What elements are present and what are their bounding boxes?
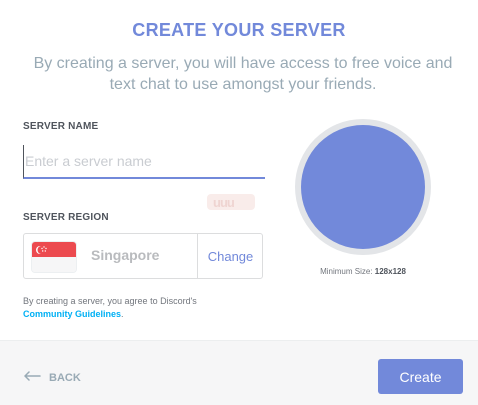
icon-min-size-value: 128x128 bbox=[374, 267, 406, 276]
svg-text:uuu: uuu bbox=[213, 195, 235, 210]
server-name-input[interactable] bbox=[23, 145, 265, 179]
icon-min-size-hint: Minimum Size: 128x128 bbox=[320, 267, 406, 276]
selected-region: Singapore bbox=[91, 247, 160, 263]
modal-title: CREATE YOUR SERVER bbox=[132, 20, 346, 40]
arrow-left-icon bbox=[23, 371, 41, 384]
server-region-selector[interactable]: Singapore Change bbox=[23, 233, 263, 279]
community-guidelines-link[interactable]: Community Guidelines bbox=[23, 309, 121, 319]
back-label: BACK bbox=[49, 371, 81, 384]
modal-subtitle: By creating a server, you will have acce… bbox=[33, 55, 453, 93]
modal-footer: BACK Create bbox=[0, 340, 478, 405]
server-name-label: SERVER NAME bbox=[23, 121, 99, 132]
server-icon-preview bbox=[301, 125, 425, 249]
create-server-modal: CREATE YOUR SERVER By creating a server,… bbox=[0, 0, 478, 405]
singapore-flag-icon bbox=[32, 242, 76, 272]
watermark-logo: uuu bbox=[207, 192, 255, 216]
create-button[interactable]: Create bbox=[378, 359, 463, 394]
change-region-button[interactable]: Change bbox=[197, 234, 263, 278]
back-button[interactable]: BACK bbox=[23, 371, 81, 384]
server-icon-upload[interactable] bbox=[295, 119, 431, 255]
terms-text: By creating a server, you agree to Disco… bbox=[23, 296, 197, 306]
server-region-label: SERVER REGION bbox=[23, 212, 109, 223]
terms-notice: By creating a server, you agree to Disco… bbox=[23, 296, 197, 319]
